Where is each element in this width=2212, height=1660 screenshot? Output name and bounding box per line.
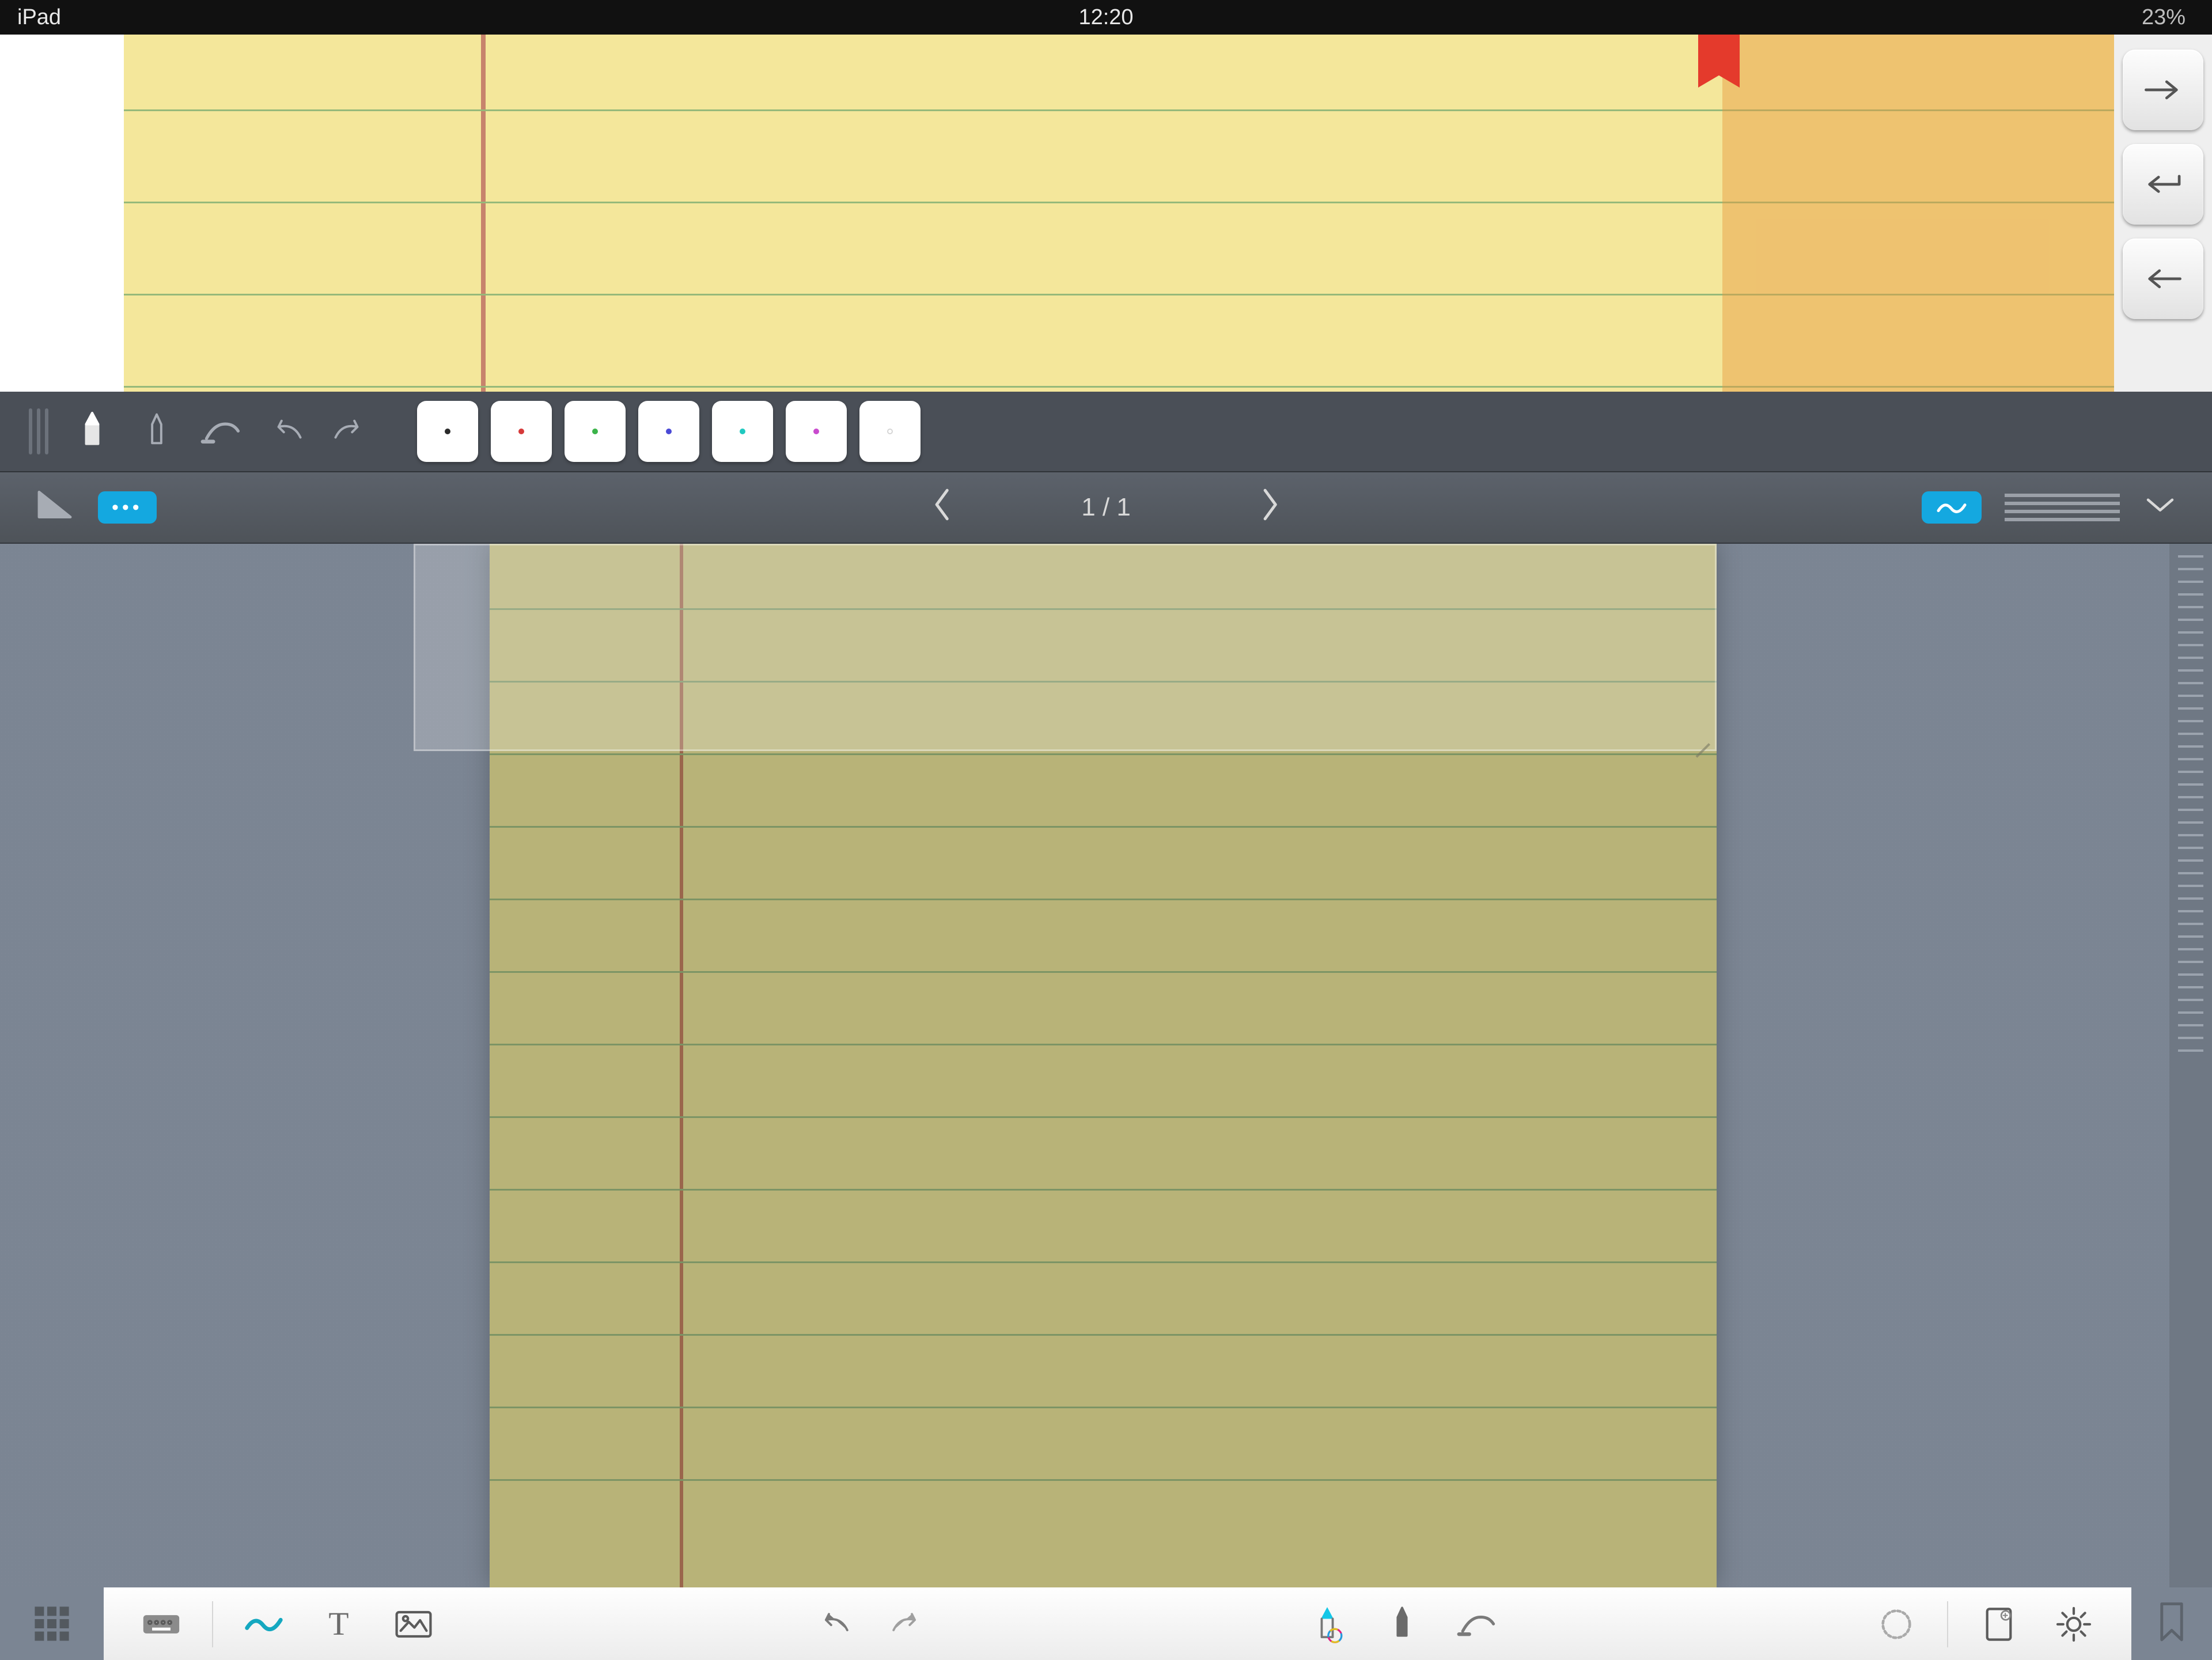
shape-tool-button[interactable] xyxy=(1862,1595,1931,1653)
color-swatches xyxy=(417,401,921,462)
color-swatch-7[interactable] xyxy=(859,401,921,462)
svg-text:T: T xyxy=(328,1606,349,1642)
side-ruler[interactable] xyxy=(2169,544,2212,1587)
page-indicator: 1 / 1 xyxy=(1081,493,1131,522)
bookmark-icon[interactable] xyxy=(1698,35,1740,88)
color-swatch-3[interactable] xyxy=(565,401,626,462)
keyboard-button[interactable] xyxy=(127,1595,196,1653)
next-page-button[interactable] xyxy=(1257,486,1283,530)
bookmark-toggle-button[interactable] xyxy=(2131,1587,2212,1660)
status-bar: iPad 12:20 23% xyxy=(0,0,2212,35)
color-swatch-4[interactable] xyxy=(638,401,699,462)
zoom-left-gutter xyxy=(0,35,124,392)
collapse-button[interactable] xyxy=(2143,493,2177,522)
settings-button[interactable] xyxy=(2039,1595,2108,1653)
color-swatch-6[interactable] xyxy=(786,401,847,462)
image-insert-button[interactable] xyxy=(379,1595,448,1653)
bottom-toolbar-main: T xyxy=(104,1587,2131,1660)
resize-handle-icon[interactable] xyxy=(1685,719,1710,745)
highlighter-tool-button[interactable] xyxy=(136,411,177,452)
tab-forward-button[interactable] xyxy=(2123,50,2203,130)
bottom-toolbar: T xyxy=(0,1587,2212,1660)
return-button[interactable] xyxy=(2123,144,2203,225)
zoom-viewport-box[interactable] xyxy=(414,544,1717,751)
eraser-tool-button[interactable] xyxy=(200,411,242,452)
drag-grip-icon[interactable] xyxy=(29,408,48,454)
page-settings-button[interactable] xyxy=(1964,1595,2033,1653)
zoom-margin-line xyxy=(481,35,486,392)
zoom-button-column xyxy=(2114,35,2212,392)
redo-bottom-button[interactable] xyxy=(873,1595,942,1653)
eraser-style-button[interactable] xyxy=(1442,1595,1512,1653)
redo-button[interactable] xyxy=(329,411,371,452)
writing-mode-badge[interactable] xyxy=(1922,491,1982,524)
back-button[interactable] xyxy=(2123,238,2203,319)
pen-style-button[interactable] xyxy=(1293,1595,1362,1653)
ruler-icon[interactable] xyxy=(35,487,75,529)
apps-grid-button[interactable] xyxy=(0,1587,104,1660)
undo-bottom-button[interactable] xyxy=(798,1595,868,1653)
color-swatch-5[interactable] xyxy=(712,401,773,462)
clock: 12:20 xyxy=(1078,5,1133,29)
zoom-advance-region xyxy=(1722,35,2114,392)
zoom-paper[interactable] xyxy=(124,35,2114,392)
zoom-writing-panel[interactable] xyxy=(0,35,2212,392)
undo-button[interactable] xyxy=(265,411,306,452)
device-label: iPad xyxy=(17,5,61,30)
draw-mode-button[interactable] xyxy=(229,1595,298,1653)
battery-pct: 23% xyxy=(2142,5,2186,30)
page-nav-bar: 1 / 1 xyxy=(0,472,2212,544)
color-swatch-1[interactable] xyxy=(417,401,478,462)
text-mode-button[interactable]: T xyxy=(304,1595,373,1653)
more-options-badge[interactable] xyxy=(98,491,157,524)
prev-page-button[interactable] xyxy=(929,486,955,530)
pen-tool-button[interactable] xyxy=(71,411,113,452)
highlighter-style-button[interactable] xyxy=(1368,1595,1437,1653)
strip-lines-icon[interactable] xyxy=(2005,494,2120,521)
canvas-area[interactable] xyxy=(0,544,2212,1587)
zoom-toolbar xyxy=(0,392,2212,472)
color-swatch-2[interactable] xyxy=(491,401,552,462)
